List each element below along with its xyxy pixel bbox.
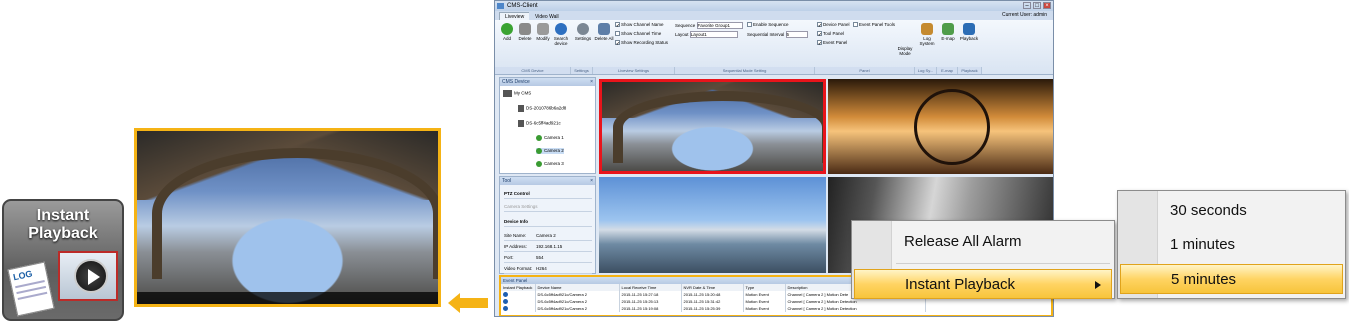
menu-item-release-all-alarm[interactable]: Release All Alarm — [854, 227, 1112, 257]
camera-icon — [536, 161, 542, 167]
group-sequential-mode: Sequential Mode Setting — [675, 67, 815, 74]
tree-camera-selected[interactable]: Camera 2 — [536, 148, 564, 154]
instant-playback-viewer — [134, 128, 441, 307]
menu-separator — [896, 263, 1110, 264]
table-row[interactable]: DS-6c5ff4ad921c/Camera 2 2015-11-25 15:25… — [501, 298, 926, 305]
settings-button[interactable]: Settings — [573, 23, 593, 41]
display-mode-button[interactable]: Display Mode — [895, 46, 915, 56]
icon-title-line2: Playback — [28, 225, 98, 242]
camera-settings-section[interactable]: Camera Settings — [504, 201, 592, 212]
log-system-button[interactable]: Log System — [917, 23, 937, 46]
event-panel-tools-checkbox[interactable]: Event Panel Tools — [853, 22, 895, 28]
tab-liveview[interactable]: Liveview — [499, 12, 531, 20]
tab-video-wall[interactable]: Video Wall — [529, 12, 565, 20]
group-panel: Panel — [815, 67, 915, 74]
table-row[interactable]: DS-6c5ff4ad921c/Camera 2 2015-11-25 15:19… — [501, 305, 926, 312]
submenu-arrow-icon — [1095, 281, 1101, 289]
show-recording-status-checkbox[interactable]: ✓Show Recording Status — [615, 40, 668, 46]
window-title: CMS-Client — [507, 3, 538, 9]
camera-icon — [536, 148, 542, 154]
group-log-system: Log Sy... — [915, 67, 937, 74]
tree-camera[interactable]: Camera 1 — [536, 135, 564, 141]
instant-playback-icon — [503, 305, 508, 311]
tree-camera[interactable]: Camera 3 — [536, 161, 564, 167]
info-row: Site Name: Camera 2 — [504, 230, 592, 241]
info-row: Port: 554 — [504, 252, 592, 263]
sequential-interval-field[interactable]: Sequential Interval 5 — [747, 31, 808, 38]
maximize-button[interactable]: □ — [1033, 2, 1041, 9]
instant-playback-icon-tile[interactable]: Instant Playback LOG — [2, 199, 124, 321]
group-liveview-settings: Liveview Settings — [593, 67, 675, 74]
ribbon: Add Delete Modify Search device Settings… — [495, 20, 1053, 75]
show-channel-time-checkbox[interactable]: Show Channel Time — [615, 31, 661, 37]
dvr-icon — [518, 105, 524, 112]
delete-all-button[interactable]: Delete All — [594, 23, 614, 41]
close-icon[interactable]: × — [590, 177, 593, 185]
tool-panel-checkbox[interactable]: ✓Tool Panel — [817, 31, 844, 37]
tool-panel: Tool × PTZ Control Camera Settings Device… — [499, 176, 596, 274]
arrow-left-icon — [448, 293, 488, 313]
info-row: Video Format: H264 — [504, 263, 592, 274]
context-menu: Release All Alarm Instant Playback — [851, 220, 1115, 299]
cms-icon — [503, 90, 512, 97]
close-icon[interactable]: × — [590, 78, 593, 86]
video-tile-camera-2[interactable] — [599, 79, 826, 174]
main-tabs: Liveview Video Wall Current User: admin — [495, 11, 1053, 20]
video-tile-camera-1[interactable] — [828, 79, 1053, 174]
tree-root[interactable]: My CMS — [503, 90, 531, 97]
tool-panel-header: Tool × — [500, 177, 595, 185]
log-document-icon: LOG — [7, 261, 55, 317]
group-cms-device: CMS Device — [495, 67, 571, 74]
instant-playback-icon — [503, 298, 508, 304]
menu-item-instant-playback[interactable]: Instant Playback — [854, 269, 1112, 299]
sequence-select[interactable]: Sequence Favorite Group1 — [675, 22, 743, 29]
minimize-button[interactable]: – — [1023, 2, 1031, 9]
modify-button[interactable]: Modify — [533, 23, 553, 41]
instant-playback-submenu: 30 seconds 1 minutes 5 minutes — [1117, 190, 1346, 299]
submenu-item-30-seconds[interactable]: 30 seconds — [1120, 196, 1343, 226]
device-info-section[interactable]: Device Info — [504, 216, 592, 227]
group-playback: Playback — [958, 67, 982, 74]
ptz-control-section[interactable]: PTZ Control — [504, 188, 592, 199]
device-panel-header: CMS Device × — [500, 78, 595, 86]
delete-button[interactable]: Delete — [515, 23, 535, 41]
group-settings: Settings — [571, 67, 593, 74]
close-button[interactable]: × — [1043, 2, 1051, 9]
playback-video — [137, 131, 438, 304]
instant-playback-icon — [503, 291, 508, 297]
search-device-button[interactable]: Search device — [551, 23, 571, 46]
play-icon — [58, 251, 118, 301]
playback-button[interactable]: Playback — [959, 23, 979, 41]
group-emap: E-map — [937, 67, 958, 74]
title-bar: CMS-Client – □ × — [495, 1, 1053, 11]
current-user: Current User: admin — [1001, 12, 1047, 18]
emap-button[interactable]: E-map — [938, 23, 958, 41]
log-label: LOG — [12, 268, 34, 283]
device-panel: CMS Device × My CMS DS-2010786b6a2d8 DS-6… — [499, 77, 596, 174]
icon-title-line1: Instant — [36, 207, 90, 224]
dvr-icon — [518, 120, 524, 127]
app-icon — [497, 3, 504, 9]
video-tile-camera-3[interactable] — [599, 177, 826, 273]
add-button[interactable]: Add — [497, 23, 517, 41]
layout-select[interactable]: Layout Layout1 — [675, 31, 738, 38]
event-panel-checkbox[interactable]: ✓Event Panel — [817, 40, 847, 46]
info-row: IP Address: 192.168.1.15 — [504, 241, 592, 252]
tree-device[interactable]: DS-2010786b6a2d8 — [518, 105, 566, 112]
playback-controls-bar[interactable] — [137, 292, 438, 304]
tree-device[interactable]: DS-6c5ff4ad921c — [518, 120, 561, 127]
device-panel-checkbox[interactable]: ✓Device Panel — [817, 22, 850, 28]
submenu-item-5-minutes[interactable]: 5 minutes — [1120, 264, 1343, 294]
show-channel-name-checkbox[interactable]: ✓Show Channel Name — [615, 22, 664, 28]
camera-icon — [536, 135, 542, 141]
submenu-item-1-minutes[interactable]: 1 minutes — [1120, 230, 1343, 260]
enable-sequence-checkbox[interactable]: Enable Sequence — [747, 22, 789, 28]
